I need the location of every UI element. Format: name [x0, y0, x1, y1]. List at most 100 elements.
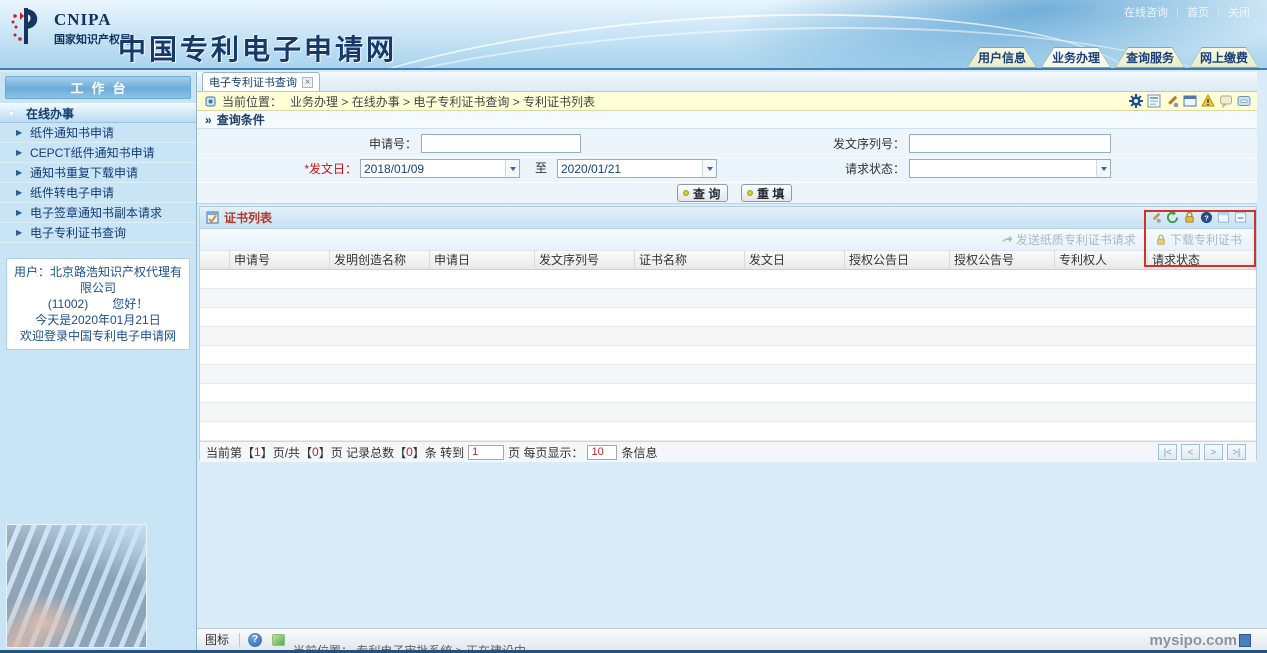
sidebar-item-notice-redownload[interactable]: ▶ 通知书重复下载申请: [0, 163, 196, 183]
application-no-input[interactable]: [421, 134, 581, 153]
nav-tab-business[interactable]: 业务办理: [1041, 47, 1111, 68]
user-info-line: (11002) 您好！: [9, 296, 187, 312]
user-info-line: 用户：北京路浩知识产权代理有限公司: [9, 264, 187, 296]
tool-wrench-icon[interactable]: [1149, 211, 1163, 225]
form-list-icon[interactable]: [1147, 94, 1161, 108]
col-cert-name: 证书名称: [635, 251, 745, 269]
tool-minimize-icon[interactable]: [1234, 211, 1248, 225]
doc-tab-ecert-query[interactable]: 电子专利证书查询 ×: [202, 72, 320, 91]
reset-button[interactable]: 重 填: [741, 184, 792, 202]
send-paper-cert-link[interactable]: 发送纸质专利证书请求: [1001, 231, 1136, 248]
sidebar-item-label: 通知书重复下载申请: [30, 166, 138, 180]
last-page-button[interactable]: >|: [1227, 444, 1246, 460]
keyboard-photo: [6, 524, 147, 648]
status-plant-icon: [272, 634, 285, 646]
watermark-text: mysipo.com: [1149, 632, 1237, 649]
reset-button-label: 重 填: [757, 185, 784, 202]
nav-tab-label: 业务办理: [1041, 47, 1111, 68]
sidebar-item-label: 电子签章通知书副本请求: [30, 206, 162, 220]
sidebar-item-cepct-paper-notice[interactable]: ▶ CEPCT纸件通知书申请: [0, 143, 196, 163]
footer-status-text: 当前位置： 专利电子审批系统 > 正在建设中: [293, 642, 526, 651]
table-header-row: 申请号 发明创造名称 申请日 发文序列号 证书名称 发文日 授权公告日 授权公告…: [200, 251, 1256, 270]
link-home[interactable]: 首页: [1187, 7, 1209, 19]
date-from-input[interactable]: [361, 160, 505, 177]
query-button[interactable]: 查 询: [677, 184, 728, 202]
watermark: mysipo.com: [1149, 632, 1251, 649]
tool-window-icon[interactable]: [1217, 211, 1231, 225]
first-page-button[interactable]: |<: [1158, 444, 1177, 460]
minimize-window-icon[interactable]: [1237, 94, 1251, 108]
footer-divider: [239, 633, 240, 647]
nav-tab-user-info[interactable]: 用户信息: [967, 47, 1037, 68]
sidebar-menu: ▶ 纸件通知书申请 ▶ CEPCT纸件通知书申请 ▶ 通知书重复下载申请 ▶ 纸…: [0, 123, 196, 243]
current-page-value: 1: [254, 445, 261, 459]
gear-icon[interactable]: [1129, 94, 1143, 108]
tool-refresh-icon[interactable]: [1166, 211, 1180, 225]
button-dot-icon: [747, 190, 753, 196]
section-marker: »: [205, 113, 212, 127]
certificate-list-title: 证书列表: [224, 209, 272, 226]
pagination-text: 】页 记录总数【: [319, 444, 406, 461]
date-from-dropdown-icon[interactable]: [505, 160, 519, 177]
prev-page-button[interactable]: <: [1181, 444, 1200, 460]
col-request-status: 请求状态: [1148, 251, 1256, 269]
download-cert-link[interactable]: 下载专利证书: [1155, 231, 1242, 248]
footer-status-area: 当前位置： 专利电子审批系统 > 正在建设中: [291, 629, 1267, 651]
download-cert-label: 下载专利证书: [1170, 231, 1242, 248]
primary-nav-tabs: 用户信息 业务办理 查询服务 网上缴费: [967, 47, 1259, 68]
page-size-input[interactable]: [587, 445, 617, 460]
sidebar-item-esign-notice-copy[interactable]: ▶ 电子签章通知书副本请求: [0, 203, 196, 223]
pagination-text: 】条 转到: [413, 444, 464, 461]
next-page-button[interactable]: >: [1204, 444, 1223, 460]
request-status-dropdown-icon[interactable]: [1096, 160, 1110, 177]
query-conditions-header: » 查询条件: [197, 111, 1257, 128]
user-info-line: 欢迎登录中国专利电子申请网: [9, 328, 187, 344]
document-tab-bar: 电子专利证书查询 ×: [197, 72, 1257, 92]
date-to-dropdown-icon[interactable]: [702, 160, 716, 177]
request-status-select[interactable]: [909, 159, 1111, 178]
breadcrumb-path: 业务办理 > 在线办事 > 电子专利证书查询 > 专利证书列表: [290, 93, 595, 110]
location-icon: [205, 96, 216, 107]
nav-tab-online-payment[interactable]: 网上缴费: [1189, 47, 1259, 68]
table-row: [200, 403, 1256, 422]
arrow-right-icon: ▶: [16, 163, 22, 183]
request-status-value[interactable]: [910, 160, 1096, 177]
link-online-consult[interactable]: 在线咨询: [1124, 7, 1168, 19]
nav-tab-query-service[interactable]: 查询服务: [1115, 47, 1185, 68]
doc-tab-label: 电子专利证书查询: [209, 74, 297, 90]
list-action-bar: 发送纸质专利证书请求 | 下载专利证书: [200, 229, 1256, 251]
pagination-bar: 当前第【1】页/共【0】页 记录总数【0】条 转到 页 每页显示： 条信息 |<…: [200, 441, 1256, 462]
sidebar-item-ecert-query[interactable]: ▶ 电子专利证书查询: [0, 223, 196, 243]
arrow-right-icon: ▶: [16, 223, 22, 243]
date-range-to-label: 至: [535, 159, 547, 178]
help-icon[interactable]: ?: [248, 633, 262, 647]
sidebar-item-paper-to-electronic[interactable]: ▶ 纸件转电子申请: [0, 183, 196, 203]
sidebar-section-online-services[interactable]: ▼ 在线办事: [0, 103, 196, 123]
tool-help-icon[interactable]: ?: [1200, 211, 1214, 225]
sidebar-item-paper-notice[interactable]: ▶ 纸件通知书申请: [0, 123, 196, 143]
date-to-input[interactable]: [558, 160, 702, 177]
cnipa-logo-icon: [10, 6, 50, 48]
footer-icon-button[interactable]: 图标: [197, 631, 239, 648]
request-status-label: 请求状态：: [737, 160, 905, 178]
send-paper-cert-label: 发送纸质专利证书请求: [1016, 231, 1136, 248]
wrench-icon[interactable]: [1165, 94, 1179, 108]
download-lock-icon: [1155, 234, 1167, 246]
link-close[interactable]: 关闭: [1228, 7, 1250, 19]
table-row: [200, 422, 1256, 441]
date-from-combo: [360, 159, 520, 178]
tab-close-icon[interactable]: ×: [302, 77, 313, 88]
help-bubble-icon[interactable]: [1219, 94, 1233, 108]
table-row: [200, 365, 1256, 384]
pagination-text: 页 每页显示：: [508, 444, 583, 461]
breadcrumb-toolbar: [1129, 94, 1251, 108]
certificate-list-panel: 证书列表 ? 发送纸质专利证书请求 |: [199, 206, 1257, 460]
warning-icon[interactable]: [1201, 94, 1215, 108]
table-row: [200, 346, 1256, 365]
goto-page-input[interactable]: [468, 445, 504, 460]
application-no-label: 申请号：: [317, 135, 417, 153]
issue-serial-input[interactable]: [909, 134, 1111, 153]
logo-acronym: CNIPA: [54, 10, 131, 30]
window-icon[interactable]: [1183, 94, 1197, 108]
tool-lock-icon[interactable]: [1183, 211, 1197, 225]
